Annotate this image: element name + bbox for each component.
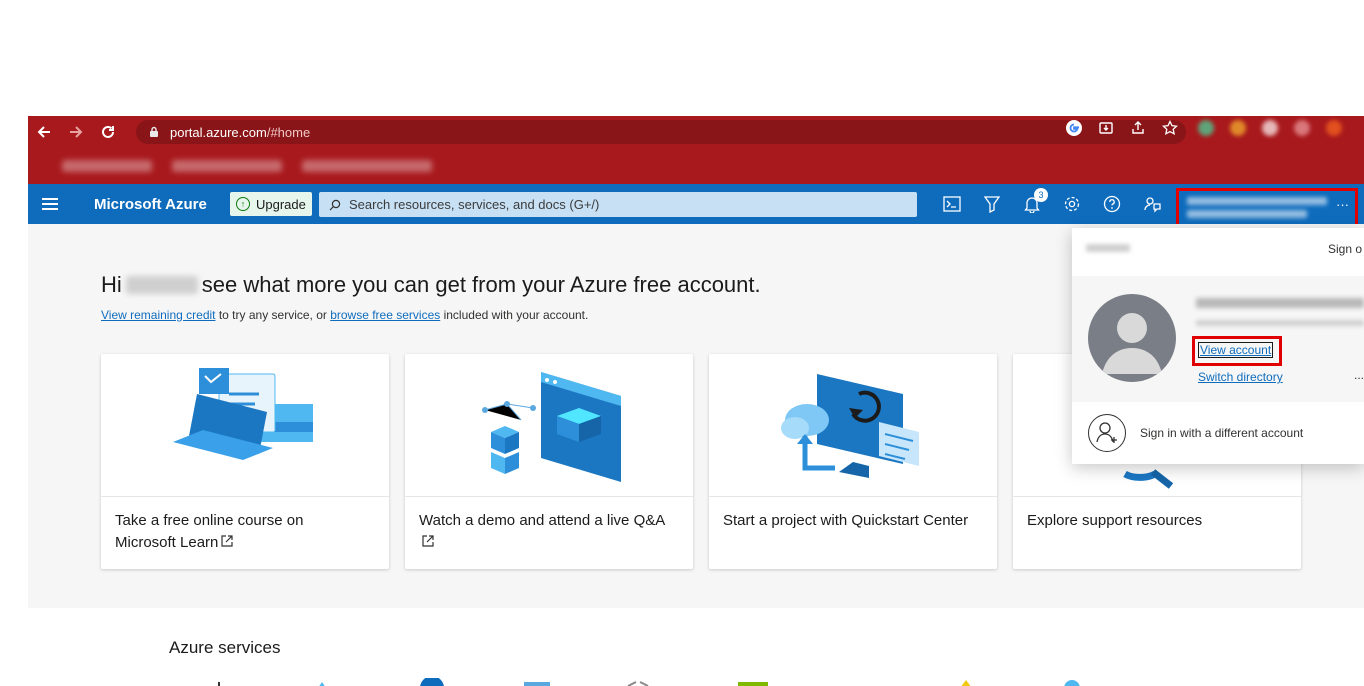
- forward-icon[interactable]: [60, 117, 92, 147]
- bookmark-item[interactable]: [302, 160, 432, 172]
- card-label: Explore support resources: [1027, 512, 1203, 529]
- account-name-redacted: [1187, 197, 1339, 221]
- extension-icon[interactable]: [1294, 120, 1310, 136]
- bookmark-item[interactable]: [62, 160, 152, 172]
- screen: portal.azure.com/#home Microsoft Azure ↑…: [28, 116, 1364, 686]
- address-bar[interactable]: portal.azure.com/#home: [136, 120, 1186, 144]
- greeting-heading: Hi see what more you can get from your Az…: [101, 272, 761, 298]
- bookmark-item[interactable]: [172, 160, 282, 172]
- bookmarks-bar: [28, 148, 1364, 184]
- menu-icon[interactable]: [42, 198, 58, 210]
- url-text: portal.azure.com/#home: [170, 125, 310, 140]
- add-user-icon: [1088, 414, 1126, 452]
- card-label-text: Take a free online course on Microsoft L…: [115, 512, 304, 551]
- share-icon[interactable]: [1130, 120, 1146, 136]
- browser-chrome: portal.azure.com/#home: [28, 116, 1364, 184]
- feedback-icon[interactable]: [1142, 194, 1162, 214]
- url-actions: [1066, 120, 1358, 136]
- external-link-icon: [422, 535, 434, 547]
- user-name-redacted: [125, 276, 198, 294]
- upgrade-label: Upgrade: [256, 196, 306, 212]
- back-icon[interactable]: [28, 117, 60, 147]
- quickstart-card[interactable]: Start a project with Quickstart Center: [709, 354, 997, 569]
- account-details: View account Switch directory ...: [1072, 276, 1364, 402]
- install-icon[interactable]: [1098, 120, 1114, 136]
- upgrade-button[interactable]: ↑ Upgrade: [230, 192, 312, 216]
- arrow-up-icon: ↑: [236, 197, 250, 211]
- account-id-redacted: [1196, 320, 1364, 326]
- notification-badge: 3: [1034, 188, 1048, 202]
- search-input[interactable]: Search resources, services, and docs (G+…: [319, 192, 917, 217]
- bookmark-star-icon[interactable]: [1162, 120, 1178, 136]
- subtext-part: included with your account.: [440, 308, 589, 322]
- extension-icon[interactable]: [1230, 120, 1246, 136]
- cube-illustration: [482, 372, 621, 482]
- more-options-icon[interactable]: ...: [1354, 368, 1364, 382]
- view-remaining-credit-link[interactable]: View remaining credit: [101, 308, 216, 322]
- cloud-monitor-illustration: [781, 374, 919, 478]
- card-label: Start a project with Quickstart Center: [723, 512, 969, 529]
- card-label: Watch a demo and attend a live Q&A: [419, 510, 669, 554]
- reload-icon[interactable]: [92, 117, 124, 147]
- extension-icon[interactable]: [1198, 120, 1214, 136]
- laptop-illustration: [173, 368, 313, 460]
- tenant-name-redacted: [1086, 244, 1130, 252]
- account-popup: Sign o View account Switch directory ...…: [1072, 228, 1364, 464]
- extension-icon[interactable]: [1326, 120, 1342, 136]
- more-icon: ···: [1336, 197, 1349, 212]
- sign-out-link[interactable]: Sign o: [1328, 242, 1362, 256]
- lock-icon: [150, 126, 158, 137]
- url-host: portal.azure.com: [170, 124, 267, 140]
- directory-filter-icon[interactable]: [982, 194, 1002, 214]
- external-link-icon: [221, 535, 233, 547]
- card-divider: [405, 496, 693, 497]
- browse-free-services-link[interactable]: browse free services: [330, 308, 440, 322]
- card-divider: [101, 496, 389, 497]
- gear-icon[interactable]: [1062, 194, 1082, 214]
- avatar: [1088, 294, 1176, 382]
- card-label: Take a free online course on Microsoft L…: [115, 510, 365, 554]
- greeting-after: see what more you can get from your Azur…: [201, 272, 761, 297]
- extension-icon[interactable]: [1262, 120, 1278, 136]
- subtext-part: to try any service, or: [215, 308, 331, 322]
- brand-title[interactable]: Microsoft Azure: [94, 196, 207, 213]
- google-icon[interactable]: [1066, 120, 1082, 136]
- card-divider: [1013, 496, 1301, 497]
- search-icon: [329, 199, 341, 210]
- card-divider: [709, 496, 997, 497]
- help-icon[interactable]: [1102, 194, 1122, 214]
- card-label-text: Watch a demo and attend a live Q&A: [419, 512, 666, 529]
- search-placeholder: Search resources, services, and docs (G+…: [349, 197, 600, 212]
- account-button[interactable]: ···: [1176, 188, 1358, 228]
- sign-in-different-account-label: Sign in with a different account: [1140, 426, 1304, 440]
- url-path: /#home: [266, 124, 311, 140]
- cloud-shell-icon[interactable]: [942, 194, 962, 214]
- sign-in-different-account[interactable]: Sign in with a different account: [1072, 402, 1364, 464]
- azure-services-heading: Azure services: [169, 638, 281, 657]
- greeting-before: Hi: [101, 272, 122, 297]
- notifications-icon[interactable]: 3: [1022, 188, 1048, 214]
- view-account-link[interactable]: View account: [1198, 342, 1274, 358]
- services-icons-strip: [218, 678, 1080, 686]
- switch-directory-link[interactable]: Switch directory: [1198, 370, 1283, 384]
- learn-course-card[interactable]: Take a free online course on Microsoft L…: [101, 354, 389, 569]
- greeting-subtext: View remaining credit to try any service…: [101, 308, 588, 322]
- portal-header: Microsoft Azure ↑ Upgrade Search resourc…: [28, 184, 1364, 224]
- demo-qa-card[interactable]: Watch a demo and attend a live Q&A: [405, 354, 693, 569]
- browser-toolbar: portal.azure.com/#home: [28, 116, 1364, 148]
- account-email-redacted: [1196, 298, 1364, 308]
